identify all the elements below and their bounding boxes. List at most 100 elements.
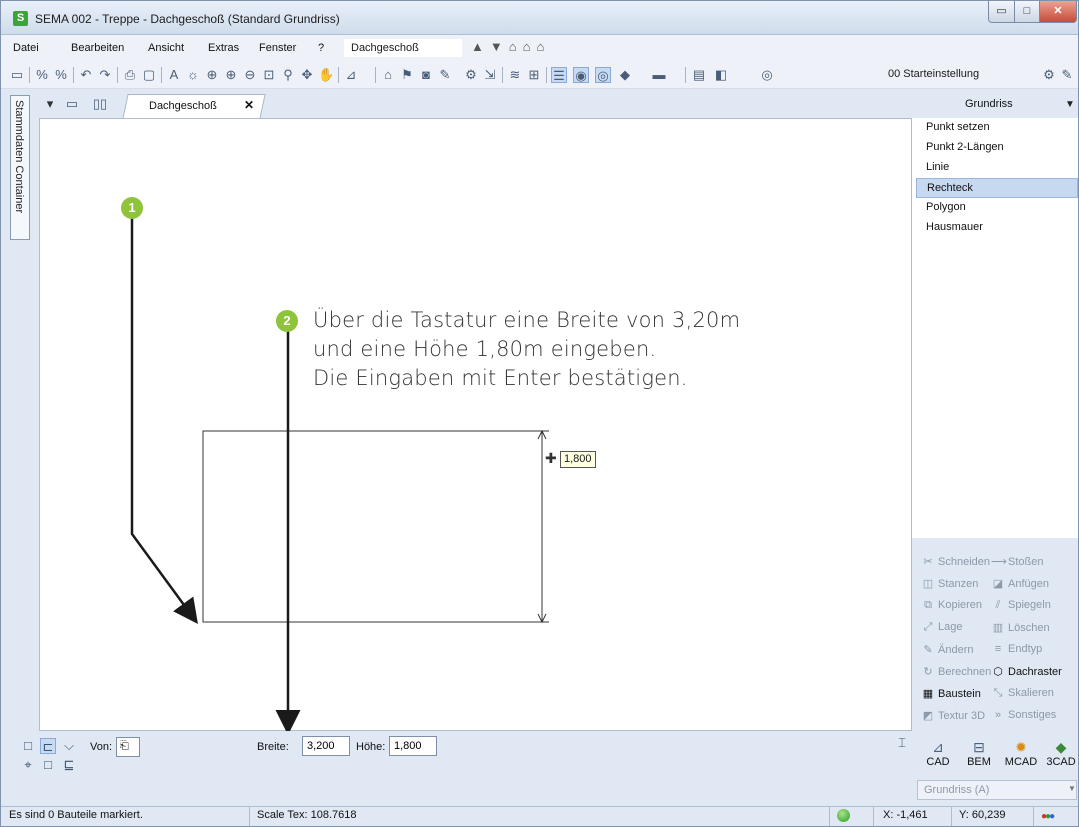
gear-icon: ✹ <box>1015 739 1027 755</box>
square-icon[interactable]: □ <box>40 757 56 773</box>
tool-linie[interactable]: Linie <box>916 158 1078 178</box>
menu-fenster[interactable]: Fenster <box>259 42 296 54</box>
pan-icon[interactable]: ✥ <box>299 67 315 83</box>
document-tab-close-button[interactable]: ✕ <box>244 98 254 112</box>
layer-edit-icon[interactable]: ✎ <box>1059 67 1075 83</box>
mouse-input-button[interactable]: ⎗ <box>116 737 140 757</box>
maximize-button[interactable]: □ <box>1014 1 1040 23</box>
cmd-textur3d[interactable]: ◩ Textur 3D <box>921 709 985 722</box>
scale-icon[interactable]: ⊞ <box>526 67 542 83</box>
floor-navigation[interactable]: ▲▼⌂⌂⌂ <box>471 39 550 54</box>
percent-icon[interactable]: % <box>34 67 50 83</box>
cmd-sonstiges[interactable]: » Sonstiges <box>991 709 1056 721</box>
zoom-plus-icon[interactable]: ⊕ <box>223 67 239 83</box>
stammdaten-container-tab[interactable]: Stammdaten Container <box>10 95 30 240</box>
edit-icon: ✎ <box>923 644 933 656</box>
redo-icon[interactable]: ↷ <box>97 67 113 83</box>
tool-punkt-setzen[interactable]: Punkt setzen <box>916 118 1078 138</box>
window-icon[interactable]: ◧ <box>713 67 729 83</box>
cmd-anfuegen[interactable]: ◪ Anfügen <box>991 577 1049 590</box>
tool-polygon[interactable]: Polygon <box>916 198 1078 218</box>
settings-icon[interactable]: ⚙ <box>463 67 479 83</box>
zoom-window-icon[interactable]: ⊡ <box>261 67 277 83</box>
menu-ansicht[interactable]: Ansicht <box>148 42 184 54</box>
layer-visibility-icon[interactable]: ◉ <box>573 67 589 83</box>
layer-settings-icon[interactable]: ⚙ <box>1041 67 1057 83</box>
layers-icon[interactable]: ≋ <box>507 67 523 83</box>
cmd-dachraster[interactable]: ⬡ Dachraster <box>991 665 1062 678</box>
undo-icon[interactable]: ↶ <box>78 67 94 83</box>
zoom-out-icon[interactable]: ⊖ <box>242 67 258 83</box>
cmd-berechnen[interactable]: ↻ Berechnen <box>921 665 991 678</box>
zoom-icon[interactable]: ⚲ <box>280 67 296 83</box>
flag-icon[interactable]: ⚑ <box>399 67 415 83</box>
rectangle-mode-icon[interactable]: □ <box>20 738 36 754</box>
house-icon[interactable]: ⌂ <box>380 67 396 83</box>
zoom-in-icon[interactable]: ⊕ <box>204 67 220 83</box>
mode-cad-button[interactable]: ⊿ CAD <box>918 738 958 768</box>
snap-point-icon[interactable]: ⌖ <box>20 757 36 773</box>
cmd-spiegeln[interactable]: ⫽ Spiegeln <box>991 599 1051 612</box>
mode-3cad-button[interactable]: ◆ 3CAD <box>1041 738 1078 768</box>
cmd-schneiden[interactable]: ✂ Schneiden <box>921 555 990 568</box>
floor-selector[interactable]: Dachgeschoß <box>344 39 462 57</box>
percent-alt-icon[interactable]: % <box>53 67 69 83</box>
cmd-aendern[interactable]: ✎ Ändern <box>921 643 973 656</box>
view-selector[interactable]: Grundriss (A) <box>917 780 1077 800</box>
mode-mcad-button[interactable]: ✹ MCAD <box>1001 738 1041 768</box>
cmd-baustein[interactable]: ▦ Baustein <box>921 687 981 700</box>
drawing-canvas[interactable] <box>39 118 912 731</box>
cmd-kopieren[interactable]: ⧉ Kopieren <box>921 599 982 612</box>
menu-help[interactable]: ? <box>318 42 324 54</box>
dimension-tooltip: 1,800 <box>560 451 596 468</box>
grid-icon[interactable]: ▤ <box>691 67 707 83</box>
app-window: S SEMA 002 - Treppe - Dachgeschoß (Stand… <box>0 0 1079 827</box>
layer-toggle-icon[interactable]: ☰ <box>551 67 567 83</box>
menu-datei[interactable]: Datei <box>13 42 39 54</box>
cmd-loeschen[interactable]: ▥ Löschen <box>991 621 1050 634</box>
measure-icon[interactable]: ⇲ <box>482 67 498 83</box>
hand-icon[interactable]: ✋ <box>318 67 334 83</box>
scissors-icon: ✂ <box>923 556 933 568</box>
breite-input[interactable] <box>302 736 350 756</box>
breite-label: Breite: <box>257 741 289 753</box>
print-preview-icon[interactable]: ▢ <box>141 67 157 83</box>
menu-bearbeiten[interactable]: Bearbeiten <box>71 42 124 54</box>
cmd-stossen[interactable]: ⟶Stoßen <box>991 555 1043 568</box>
roof-grid-icon: ⬡ <box>993 666 1003 678</box>
pencil-icon[interactable]: ✎ <box>437 67 453 83</box>
minimize-button[interactable]: ▭ <box>988 1 1015 23</box>
corner-icon[interactable]: ⊑ <box>61 757 77 773</box>
dropdown-arrow-icon[interactable]: ▾ <box>42 96 58 112</box>
hoehe-input[interactable] <box>389 736 437 756</box>
layer-selector[interactable]: 00 Starteinstellung <box>874 65 1034 85</box>
close-button[interactable]: ✕ <box>1039 1 1077 23</box>
text-cursor-icon[interactable]: ⌶ <box>894 735 910 751</box>
snap-icon[interactable]: ⊿ <box>343 67 359 83</box>
panel-dropdown-icon[interactable]: ▼ <box>1065 99 1075 110</box>
tool-rechteck[interactable]: Rechteck <box>916 178 1078 198</box>
text-style-icon[interactable]: A <box>166 67 182 83</box>
chevron-down-icon[interactable]: ▼ <box>1068 784 1076 793</box>
cube-color-icon[interactable]: ◆ <box>617 67 633 83</box>
cmd-skalieren[interactable]: ⤡ Skalieren <box>991 687 1054 700</box>
cmd-endtyp[interactable]: ≡ Endtyp <box>991 643 1042 655</box>
angle-mode-icon[interactable]: ⌵ <box>61 738 77 754</box>
sun-icon[interactable]: ☼ <box>185 67 201 83</box>
view-icon[interactable]: ◙ <box>418 67 434 83</box>
fill-icon[interactable]: ▬ <box>651 67 667 83</box>
eye-layer-icon[interactable]: ◎ <box>759 67 775 83</box>
menu-extras[interactable]: Extras <box>208 42 239 54</box>
tool-punkt-2-laengen[interactable]: Punkt 2-Längen <box>916 138 1078 158</box>
new-document-icon[interactable]: ▭ <box>64 96 80 112</box>
print-icon[interactable]: ⎙ <box>122 67 138 83</box>
cube-icon: ◆ <box>1055 739 1067 755</box>
mode-bem-button[interactable]: ⊟ BEM <box>959 738 999 768</box>
split-view-icon[interactable]: ▯▯ <box>92 96 108 112</box>
tool-hausmauer[interactable]: Hausmauer <box>916 218 1078 238</box>
cmd-lage[interactable]: ⤢ Lage <box>921 621 963 634</box>
rectangle-corner-mode-icon[interactable]: ⊏ <box>40 738 56 754</box>
cmd-stanzen[interactable]: ◫ Stanzen <box>921 577 979 590</box>
layer-lock-icon[interactable]: ◎ <box>595 67 611 83</box>
open-folder-icon[interactable]: ▭ <box>9 67 25 83</box>
